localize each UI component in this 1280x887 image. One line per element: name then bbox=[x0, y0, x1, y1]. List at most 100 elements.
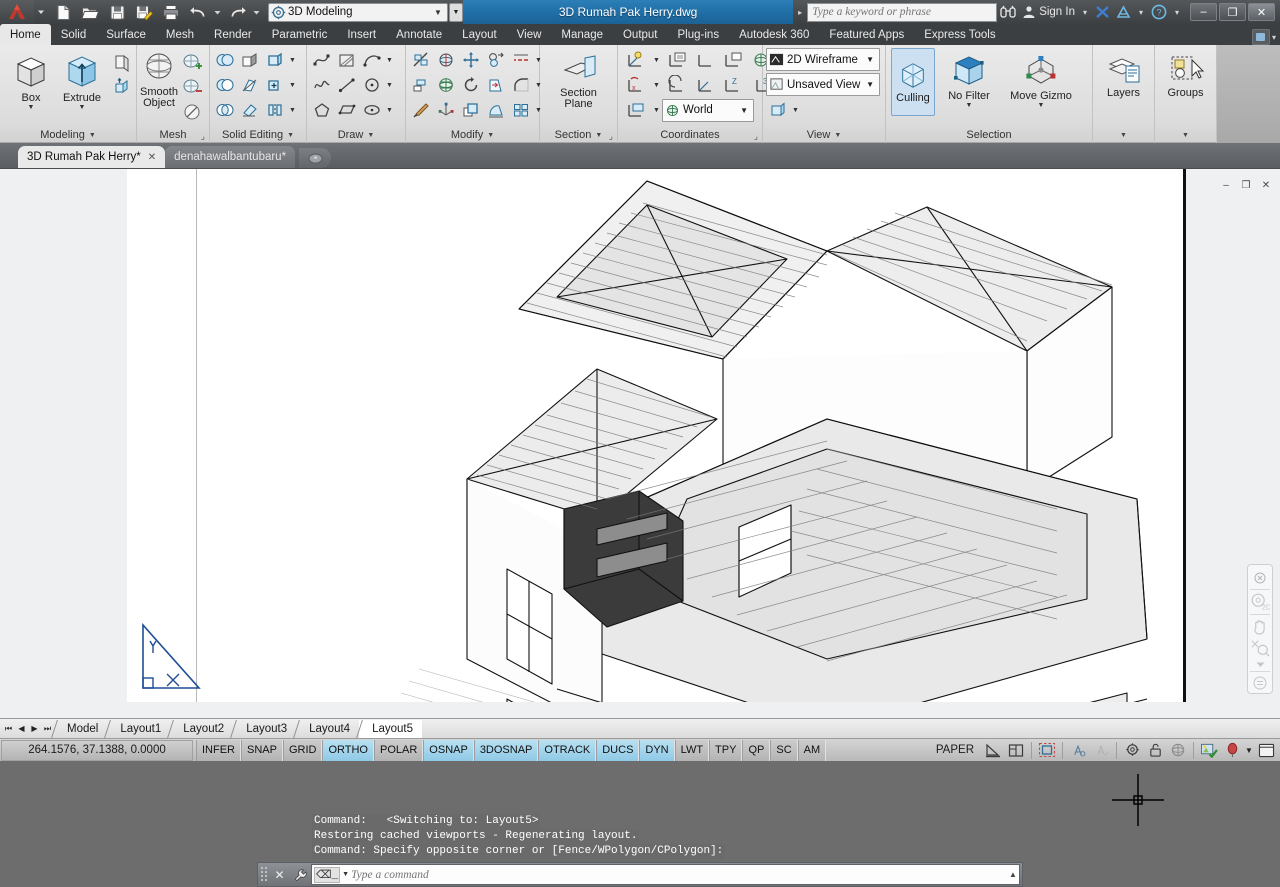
subtract-button[interactable] bbox=[213, 73, 237, 97]
workspace-extra-button[interactable]: ▼ bbox=[449, 3, 463, 22]
maximize-viewport-icon[interactable] bbox=[1036, 740, 1058, 761]
panel-title-section[interactable]: Section ▼ ⌟ bbox=[540, 127, 617, 143]
line-button[interactable] bbox=[335, 73, 359, 97]
navbar-more-icon[interactable] bbox=[1248, 660, 1272, 669]
3d-scale-button[interactable] bbox=[434, 98, 458, 122]
solid-edit-dropdown-icon[interactable]: ▼ bbox=[288, 48, 297, 72]
command-line-close-icon[interactable]: ✕ bbox=[271, 865, 288, 884]
ucs-show-button[interactable] bbox=[621, 48, 651, 72]
command-line-drag-handle[interactable] bbox=[260, 866, 268, 883]
plot-button[interactable] bbox=[158, 1, 184, 23]
pan-hand-icon[interactable] bbox=[1248, 617, 1272, 636]
extrude-tool-button[interactable]: Extrude ▼ bbox=[57, 48, 107, 111]
chevron-down-icon[interactable]: ▼ bbox=[866, 55, 877, 64]
ucs-y-button[interactable] bbox=[693, 73, 717, 97]
ucs-z-button[interactable]: Z bbox=[718, 73, 748, 97]
chevron-down-icon[interactable]: ▼ bbox=[834, 132, 841, 139]
3d-move-gizmo-button[interactable] bbox=[459, 48, 483, 72]
slice-button[interactable] bbox=[409, 48, 433, 72]
ribbon-tab-autodesk360[interactable]: Autodesk 360 bbox=[729, 24, 819, 45]
globe-icon[interactable] bbox=[1167, 740, 1189, 761]
ribbon-tab-express-tools[interactable]: Express Tools bbox=[914, 24, 1005, 45]
move-gizmo-dropdown-icon[interactable]: ▼ bbox=[1038, 102, 1045, 109]
showmotion-icon[interactable] bbox=[1248, 674, 1272, 693]
ribbon-tab-layout[interactable]: Layout bbox=[452, 24, 507, 45]
toggle-grid[interactable]: GRID bbox=[283, 740, 323, 761]
layout-tab-layout3[interactable]: Layout3 bbox=[233, 720, 296, 738]
ellipse-dropdown-icon[interactable]: ▼ bbox=[385, 98, 394, 122]
arc-button[interactable] bbox=[360, 48, 384, 72]
array-rect-button[interactable] bbox=[509, 98, 533, 122]
ucs-x-button[interactable]: x bbox=[621, 73, 651, 97]
balloon-icon[interactable] bbox=[1221, 740, 1243, 761]
solid-edit-button[interactable] bbox=[263, 48, 287, 72]
chevron-down-icon[interactable]: ▼ bbox=[866, 80, 877, 89]
3d-move-button[interactable] bbox=[110, 75, 134, 99]
interfere-button[interactable] bbox=[484, 98, 508, 122]
chevron-down-icon[interactable]: ▼ bbox=[595, 132, 602, 139]
panel-title-solid-editing[interactable]: Solid Editing ▼ bbox=[210, 127, 306, 143]
match-properties-button[interactable] bbox=[409, 98, 433, 122]
offset-edge-button[interactable] bbox=[509, 48, 533, 72]
section-plane-button[interactable]: Section Plane bbox=[546, 48, 612, 110]
exchange-apps-button[interactable] bbox=[1092, 0, 1113, 24]
ucs-world-button[interactable] bbox=[693, 48, 717, 72]
file-tab-denahawalbantubaru[interactable]: denahawalbantubaru* bbox=[165, 146, 295, 168]
navigation-bar[interactable]: 2D bbox=[1247, 564, 1273, 694]
new-file-tab-button[interactable] bbox=[299, 148, 331, 168]
viewport-config-button[interactable] bbox=[766, 98, 790, 122]
command-input[interactable] bbox=[351, 869, 1005, 881]
ucs-manager-button[interactable] bbox=[621, 98, 651, 122]
search-input[interactable] bbox=[812, 6, 996, 18]
model-space-icon[interactable] bbox=[982, 740, 1004, 761]
3d-align-button[interactable] bbox=[484, 48, 508, 72]
command-line-bar[interactable]: ✕ ⌫_ ▼ ▲ bbox=[257, 862, 1023, 887]
smooth-more-button[interactable] bbox=[180, 50, 204, 74]
toggle-sc[interactable]: SC bbox=[770, 740, 797, 761]
extrude-face-button[interactable] bbox=[238, 48, 262, 72]
panel-title-selection[interactable]: Selection bbox=[886, 127, 1092, 143]
ribbon-tab-render[interactable]: Render bbox=[204, 24, 262, 45]
toggle-infer[interactable]: INFER bbox=[196, 740, 241, 761]
redo-button[interactable] bbox=[224, 1, 250, 23]
close-window-button[interactable]: ✕ bbox=[1248, 3, 1275, 21]
polyline-button[interactable] bbox=[310, 48, 334, 72]
a360-dropdown-icon[interactable]: ▾ bbox=[1134, 8, 1148, 17]
ribbon-tab-annotate[interactable]: Annotate bbox=[386, 24, 452, 45]
command-history-dropdown-icon[interactable]: ▼ bbox=[342, 871, 349, 878]
annotation-a2-icon[interactable] bbox=[1090, 740, 1112, 761]
toggle-tpy[interactable]: TPY bbox=[709, 740, 742, 761]
ribbon-tab-output[interactable]: Output bbox=[613, 24, 668, 45]
application-menu-button[interactable] bbox=[0, 0, 34, 24]
panel-title-coordinates[interactable]: Coordinates ⌟ bbox=[618, 127, 762, 143]
toggle-3dosnap[interactable]: 3DOSNAP bbox=[474, 740, 539, 761]
toggle-qp[interactable]: QP bbox=[742, 740, 770, 761]
rotate-button[interactable] bbox=[459, 73, 483, 97]
help-dropdown-icon[interactable]: ▾ bbox=[1170, 8, 1184, 17]
toggle-ducs[interactable]: DUCS bbox=[596, 740, 639, 761]
steering-wheel-icon[interactable]: 2D bbox=[1248, 592, 1272, 612]
ucs-combo[interactable]: World ▼ bbox=[662, 99, 754, 122]
autodesk-360-button[interactable] bbox=[1113, 0, 1134, 24]
toggle-ortho[interactable]: ORTHO bbox=[322, 740, 374, 761]
ucs-dropdown-icon[interactable]: ▼ bbox=[652, 48, 661, 72]
toggle-polar[interactable]: POLAR bbox=[374, 740, 423, 761]
ribbon-tab-plugins[interactable]: Plug-ins bbox=[668, 24, 730, 45]
paper-space-sheet[interactable] bbox=[127, 169, 1186, 702]
undo-dropdown-icon[interactable] bbox=[212, 1, 223, 23]
separate-dropdown-icon[interactable]: ▼ bbox=[288, 98, 297, 122]
new-file-button[interactable] bbox=[50, 1, 76, 23]
search-field-wrapper[interactable] bbox=[807, 3, 997, 22]
panel-dialog-launcher-icon[interactable]: ⌟ bbox=[201, 131, 205, 142]
inner-restore-button[interactable]: ❐ bbox=[1238, 178, 1254, 192]
chevron-down-icon[interactable]: ▼ bbox=[740, 106, 751, 115]
polygon-button[interactable] bbox=[310, 98, 334, 122]
save-button[interactable] bbox=[104, 1, 130, 23]
circle-button[interactable] bbox=[360, 73, 384, 97]
toggle-lwt[interactable]: LWT bbox=[675, 740, 709, 761]
intersect-button[interactable] bbox=[213, 98, 237, 122]
inner-close-button[interactable]: ✕ bbox=[1258, 178, 1274, 192]
chevron-down-icon[interactable]: ▼ bbox=[287, 132, 294, 139]
chevron-down-icon[interactable]: ▼ bbox=[367, 132, 374, 139]
layout-prev-icon[interactable]: ◀ bbox=[15, 721, 28, 737]
